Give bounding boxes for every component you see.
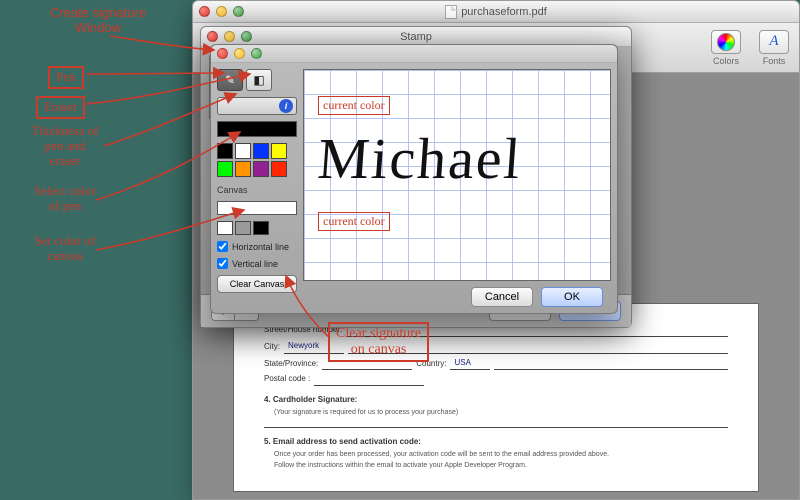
- horizontal-line-checkbox[interactable]: Horizontal line: [217, 241, 297, 252]
- callout-pen: Pen: [48, 66, 84, 89]
- callout-thickness: Thickness of pen and eraser: [10, 124, 120, 169]
- fonts-group: A Fonts: [759, 30, 789, 66]
- colors-group: Colors: [711, 30, 741, 66]
- colors-label: Colors: [713, 56, 739, 66]
- sig-titlebar: [211, 45, 617, 63]
- eraser-icon: ◧: [253, 73, 264, 87]
- close-icon[interactable]: [217, 48, 228, 59]
- country-value[interactable]: USA: [450, 357, 490, 371]
- pen-color-swatch[interactable]: [271, 143, 287, 159]
- horizontal-line-input[interactable]: [217, 241, 228, 252]
- horizontal-line-label: Horizontal line: [232, 242, 289, 252]
- callout-clear-signature: Clear signature on canvas: [328, 322, 429, 362]
- current-pen-color-swatch: [217, 121, 297, 137]
- stamp-window-title: Stamp: [400, 31, 432, 43]
- sig-canvas-wrap: Michael current color current color Canc…: [303, 63, 617, 313]
- section5-note1: Once your order has been processed, your…: [274, 449, 728, 460]
- zoom-icon[interactable]: [233, 6, 244, 17]
- callout-select-pen-color: Select color of pen: [10, 184, 120, 214]
- minimize-icon[interactable]: [216, 6, 227, 17]
- sig-cancel-button[interactable]: Cancel: [471, 287, 533, 307]
- color-wheel-icon: [717, 33, 735, 51]
- city-label: City:: [264, 341, 280, 354]
- signature-field[interactable]: [264, 418, 728, 428]
- current-canvas-color-swatch: [217, 201, 297, 215]
- fonts-label: Fonts: [763, 56, 786, 66]
- signature-canvas[interactable]: Michael current color current color: [303, 69, 611, 281]
- canvas-color-swatch[interactable]: [253, 221, 269, 235]
- sig-ok-button[interactable]: OK: [541, 287, 603, 307]
- pen-color-swatch[interactable]: [235, 143, 251, 159]
- vertical-line-label: Vertical line: [232, 259, 278, 269]
- pencil-icon: ✎: [225, 73, 235, 87]
- close-icon[interactable]: [207, 31, 218, 42]
- state-label: State/Province:: [264, 358, 318, 371]
- main-titlebar: purchaseform.pdf: [193, 1, 799, 23]
- section4-title: 4. Cardholder Signature:: [264, 394, 728, 407]
- vertical-line-input[interactable]: [217, 258, 228, 269]
- sig-tool-panel: ✎ ◧ i Canvas Horizontal line Vertical li…: [211, 63, 303, 313]
- vertical-line-checkbox[interactable]: Vertical line: [217, 258, 297, 269]
- pen-color-swatch[interactable]: [253, 143, 269, 159]
- close-icon[interactable]: [199, 6, 210, 17]
- pen-color-swatch[interactable]: [217, 143, 233, 159]
- postal-field[interactable]: [314, 376, 424, 386]
- signature-editor-window: ✎ ◧ i Canvas Horizontal line Vertical li…: [210, 44, 618, 314]
- zoom-icon[interactable]: [251, 48, 262, 59]
- canvas-color-swatch[interactable]: [235, 221, 251, 235]
- eraser-tool-button[interactable]: ◧: [246, 69, 272, 91]
- colors-button[interactable]: [711, 30, 741, 54]
- stamp-traffic-lights: [207, 31, 252, 42]
- canvas-color-palette: [217, 221, 297, 235]
- main-window-title: purchaseform.pdf: [193, 5, 799, 19]
- sig-traffic-lights: [217, 48, 262, 59]
- pen-tool-button[interactable]: ✎: [217, 69, 243, 91]
- callout-create-window: Create signature Window: [28, 6, 168, 36]
- callout-set-canvas-color: Set color of canvas: [10, 234, 120, 264]
- section5-title: 5. Email address to send activation code…: [264, 436, 728, 449]
- pen-color-palette: [217, 143, 297, 177]
- postal-label: Postal code :: [264, 373, 310, 386]
- minimize-icon[interactable]: [224, 31, 235, 42]
- sig-button-bar: Cancel OK: [303, 281, 611, 313]
- zoom-icon[interactable]: [241, 31, 252, 42]
- thickness-slider[interactable]: i: [217, 97, 297, 115]
- section4-note: (Your signature is required for us to pr…: [274, 407, 728, 418]
- clear-canvas-button[interactable]: Clear Canvas: [217, 275, 297, 293]
- pen-color-swatch[interactable]: [253, 161, 269, 177]
- signature-handwriting: Michael: [316, 125, 603, 192]
- canvas-color-swatch[interactable]: [217, 221, 233, 235]
- section5-note2: Follow the instructions within the email…: [274, 460, 728, 471]
- pdf-file-icon: [445, 5, 457, 19]
- traffic-lights: [199, 6, 244, 17]
- minimize-icon[interactable]: [234, 48, 245, 59]
- fonts-button[interactable]: A: [759, 30, 789, 54]
- pdf-page: Street/House number: City:Newyork State/…: [233, 303, 759, 492]
- sig-body: ✎ ◧ i Canvas Horizontal line Vertical li…: [211, 63, 617, 313]
- pen-color-swatch[interactable]: [217, 161, 233, 177]
- pen-color-swatch[interactable]: [271, 161, 287, 177]
- callout-eraser: Eraser: [36, 96, 85, 119]
- info-icon: i: [279, 99, 293, 113]
- document-title: purchaseform.pdf: [461, 6, 547, 18]
- pen-color-swatch[interactable]: [235, 161, 251, 177]
- canvas-section-label: Canvas: [217, 185, 297, 195]
